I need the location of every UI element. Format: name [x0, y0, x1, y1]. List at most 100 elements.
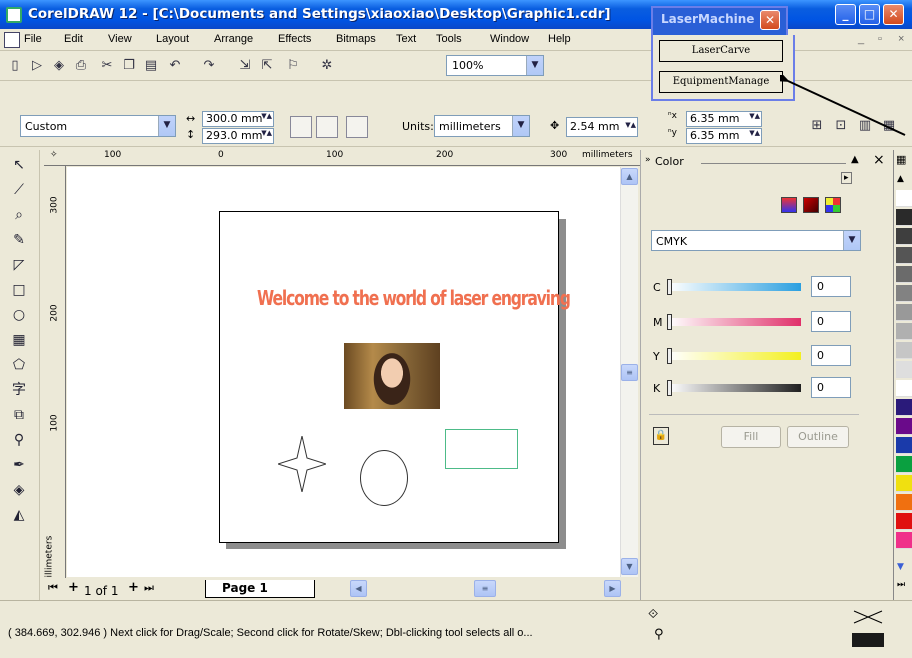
spin-arrows-icon[interactable]: ▼▲ — [625, 122, 636, 129]
outline-button[interactable]: Outline — [787, 426, 849, 448]
zoom-tool-icon[interactable]: ⌕ — [8, 204, 30, 226]
landscape-icon[interactable] — [316, 116, 338, 138]
palette-swatch[interactable] — [896, 304, 912, 321]
vertical-ruler[interactable]: 300 200 100 millimeters — [44, 166, 66, 596]
laser-machine-close-button[interactable]: ✕ — [760, 10, 780, 30]
duplicate-x-field[interactable]: 6.35 mm ▼▲ — [686, 111, 762, 127]
palette-swatch[interactable] — [896, 209, 912, 226]
black-value-field[interactable]: 0 — [811, 377, 851, 398]
cyan-slider[interactable] — [667, 279, 801, 295]
duplicate-y-field[interactable]: 6.35 mm ▼▲ — [686, 128, 762, 144]
corel-online-icon[interactable]: ✲ — [318, 57, 336, 75]
spin-arrows-icon[interactable]: ▼▲ — [749, 113, 760, 120]
application-launcher-icon[interactable]: ⚐ — [284, 57, 302, 75]
rectangle-tool-icon[interactable]: □ — [8, 279, 30, 301]
menu-tools[interactable]: Tools — [436, 33, 462, 45]
eyedropper-tool-icon[interactable]: ⚲ — [8, 429, 30, 451]
interactive-fill-tool-icon[interactable]: ◭ — [8, 504, 30, 526]
slider-thumb[interactable] — [667, 279, 672, 295]
scroll-up-icon[interactable]: ▲ — [621, 168, 638, 185]
yellow-slider[interactable] — [667, 348, 801, 364]
doc-restore-icon[interactable]: ▫ — [878, 33, 882, 45]
outline-tool-icon[interactable]: ✒ — [8, 454, 30, 476]
palette-swatch[interactable] — [896, 456, 912, 473]
drawing-page[interactable]: Welcome to the world of laser engraving — [219, 211, 571, 543]
paper-height-field[interactable]: 293.0 mm ▼▲ — [202, 128, 274, 144]
ruler-origin-icon[interactable]: ✧ — [50, 150, 58, 160]
paper-type-select[interactable]: Custom ▼ — [20, 115, 176, 137]
cyan-value-field[interactable]: 0 — [811, 276, 851, 297]
palette-swatch[interactable] — [896, 190, 912, 207]
freehand-tool-icon[interactable]: ✎ — [8, 229, 30, 251]
magenta-slider[interactable] — [667, 314, 801, 330]
equipment-manage-button[interactable]: EquipmentManage — [659, 71, 783, 93]
all-pages-icon[interactable] — [346, 116, 368, 138]
portrait-bitmap-object[interactable] — [344, 343, 440, 409]
import-icon[interactable]: ⇲ — [236, 57, 254, 75]
laser-carve-button[interactable]: LaserCarve — [659, 40, 783, 62]
scroll-left-icon[interactable]: ◀ — [350, 580, 367, 597]
menu-view[interactable]: View — [108, 33, 132, 45]
lock-icon[interactable]: 🔒 — [653, 427, 669, 445]
zoom-level-select[interactable]: 100% ▼ — [446, 55, 544, 76]
redo-icon[interactable]: ↷ — [200, 57, 218, 75]
chevron-down-icon[interactable]: ▼ — [158, 116, 175, 136]
first-page-icon[interactable]: ⏮ — [48, 581, 58, 595]
palette-swatch[interactable] — [896, 475, 912, 492]
black-slider[interactable] — [667, 380, 801, 396]
add-page-before-icon[interactable]: + — [68, 580, 79, 595]
nudge-distance-field[interactable]: 2.54 mm ▼▲ — [566, 117, 638, 137]
spin-arrows-icon[interactable]: ▼▲ — [749, 130, 760, 137]
spin-arrows-icon[interactable]: ▼▲ — [261, 130, 272, 137]
add-page-after-icon[interactable]: + — [128, 580, 139, 595]
menu-file[interactable]: File — [24, 33, 42, 45]
color-model-select[interactable]: CMYK ▼ — [651, 230, 861, 251]
palette-swatch[interactable] — [896, 418, 912, 435]
menu-arrange[interactable]: Arrange — [214, 33, 253, 45]
slider-thumb[interactable] — [667, 380, 672, 396]
docker-collapse-icon[interactable]: ▲ — [851, 154, 859, 165]
docker-expand-icon[interactable]: » — [645, 155, 651, 165]
palette-scroll-down-icon[interactable]: ▼ — [897, 562, 904, 572]
text-tool-icon[interactable]: 字 — [8, 379, 30, 401]
coreldraw-app-icon[interactable] — [6, 7, 22, 23]
maximize-button[interactable]: □ — [859, 4, 880, 25]
palette-swatch[interactable] — [896, 342, 912, 359]
hscroll-thumb[interactable]: ≡ — [474, 580, 496, 597]
palette-swatch[interactable] — [896, 399, 912, 416]
palette-swatch[interactable] — [896, 266, 912, 283]
menu-text[interactable]: Text — [396, 33, 416, 45]
color-viewer-mode-icon[interactable] — [803, 197, 819, 213]
palette-swatch[interactable] — [896, 285, 912, 302]
color-palettes-mode-icon[interactable] — [825, 197, 841, 213]
magenta-value-field[interactable]: 0 — [811, 311, 851, 332]
print-icon[interactable]: ⎙ — [72, 57, 90, 75]
scroll-right-icon[interactable]: ▶ — [604, 580, 621, 597]
basic-shapes-tool-icon[interactable]: ⬠ — [8, 354, 30, 376]
undo-icon[interactable]: ↶ — [166, 57, 184, 75]
palette-swatch[interactable] — [896, 513, 912, 530]
menu-help[interactable]: Help — [548, 33, 571, 45]
vertical-scrollbar[interactable]: ▲ ≡ ▼ — [620, 167, 638, 577]
menu-layout[interactable]: Layout — [156, 33, 189, 45]
fill-button[interactable]: Fill — [721, 426, 781, 448]
save-icon[interactable]: ◈ — [50, 57, 68, 75]
new-document-icon[interactable]: ▯ — [6, 57, 24, 75]
palette-scroll-up-icon[interactable]: ▲ — [897, 174, 904, 184]
palette-swatch[interactable] — [896, 247, 912, 264]
palette-expand-icon[interactable]: ⏭ — [897, 580, 905, 590]
interactive-blend-tool-icon[interactable]: ⧉ — [8, 404, 30, 426]
units-select[interactable]: millimeters ▼ — [434, 115, 530, 137]
pick-tool-icon[interactable]: ↖ — [8, 154, 30, 176]
close-button[interactable]: ✕ — [883, 4, 904, 25]
chevron-down-icon[interactable]: ▼ — [843, 231, 860, 250]
palette-swatch[interactable] — [896, 532, 912, 549]
star-object[interactable] — [278, 436, 326, 492]
minimize-button[interactable]: _ — [835, 4, 856, 25]
menu-window[interactable]: Window — [490, 33, 529, 45]
copy-icon[interactable]: ❐ — [120, 57, 138, 75]
page-tab[interactable]: Page 1 — [205, 580, 315, 598]
outline-color-swatch[interactable] — [852, 633, 884, 647]
slider-thumb[interactable] — [667, 348, 672, 364]
document-menu-icon[interactable] — [4, 32, 20, 48]
